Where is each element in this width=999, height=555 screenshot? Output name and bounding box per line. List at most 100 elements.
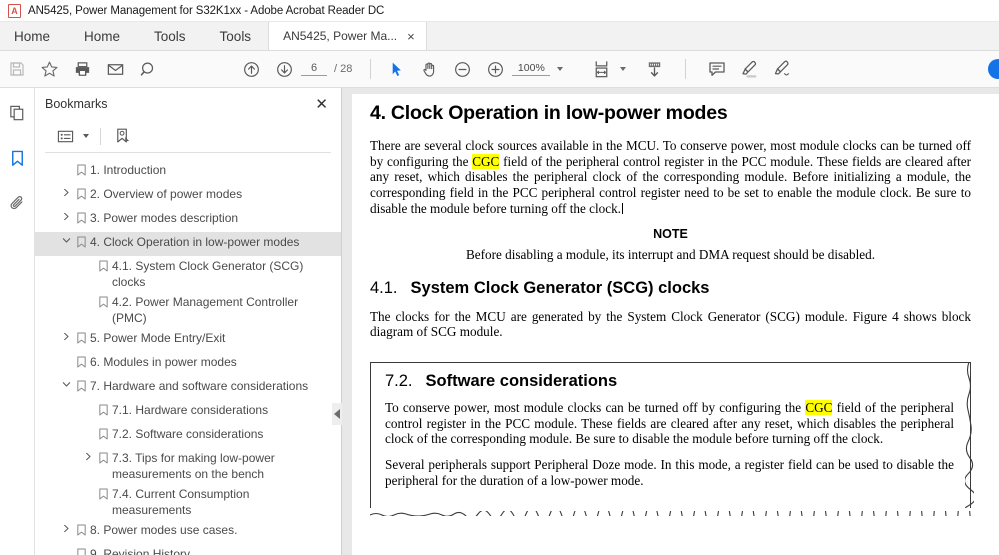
bookmark-item[interactable]: 2. Overview of power modes bbox=[35, 184, 341, 208]
pdf-page: 4. Clock Operation in low-power modes The… bbox=[352, 94, 999, 555]
section-7-2-title: Software considerations bbox=[425, 371, 618, 390]
highlight-icon[interactable] bbox=[733, 54, 766, 84]
chevron-right-icon[interactable] bbox=[59, 210, 73, 221]
bookmark-item[interactable]: 7.3. Tips for making low-power measureme… bbox=[35, 448, 341, 484]
section-4-1-number: 4.1. bbox=[370, 278, 398, 297]
fit-page-icon[interactable] bbox=[585, 54, 618, 84]
bookmark-item[interactable]: 3. Power modes description bbox=[35, 208, 341, 232]
close-icon[interactable]: × bbox=[407, 30, 415, 43]
bookmarks-list[interactable]: 1. Introduction 2. Overview of power mode… bbox=[35, 153, 341, 555]
bookmark-item[interactable]: 7.2. Software considerations bbox=[35, 424, 341, 448]
account-avatar[interactable] bbox=[988, 59, 999, 79]
search-icon[interactable] bbox=[132, 54, 165, 84]
page-title: 4. Clock Operation in low-power modes bbox=[370, 102, 971, 125]
torn-edge-bottom-svg bbox=[370, 507, 971, 517]
next-page-icon[interactable] bbox=[268, 54, 301, 84]
toolbar-divider-1 bbox=[370, 59, 372, 79]
attachments-icon[interactable] bbox=[3, 190, 31, 216]
bookmark-item[interactable]: 9. Revision History bbox=[35, 544, 341, 555]
bookmark-item-label: 4.1. System Clock Generator (SCG) clocks bbox=[112, 259, 304, 289]
torn-edge-bottom bbox=[370, 507, 971, 517]
options-chevron-down-icon[interactable] bbox=[83, 134, 89, 138]
bookmarks-toolbar-divider bbox=[100, 127, 101, 145]
tab-home-2[interactable]: Home bbox=[67, 22, 138, 50]
bookmark-item[interactable]: 7. Hardware and software considerations bbox=[35, 376, 341, 400]
bookmarks-icon[interactable] bbox=[3, 145, 31, 171]
bookmarks-panel: Bookmarks ✕ 1. Introduction 2. Overview o… bbox=[35, 88, 342, 555]
section-7-2-heading: 7.2. Software considerations bbox=[385, 372, 954, 391]
bookmark-item-label: 1. Introduction bbox=[90, 163, 167, 177]
chevron-right-icon[interactable] bbox=[81, 450, 95, 461]
bookmark-icon bbox=[95, 402, 112, 416]
tab-tools-2[interactable]: Tools bbox=[202, 22, 269, 50]
bookmarks-panel-toolbar bbox=[45, 120, 331, 153]
bookmark-item-label: 7.2. Software considerations bbox=[112, 427, 264, 441]
bookmarks-panel-header: Bookmarks ✕ bbox=[35, 88, 341, 120]
bookmark-item-label: 7.4. Current Consumption measurements bbox=[112, 487, 250, 517]
navigation-rail bbox=[0, 88, 35, 555]
section-7-2-paragraph-2: Several peripherals support Peripheral D… bbox=[385, 457, 954, 488]
bookmark-item[interactable]: 7.4. Current Consumption measurements bbox=[35, 484, 341, 520]
email-icon[interactable] bbox=[99, 54, 132, 84]
hand-tool-icon[interactable] bbox=[413, 54, 446, 84]
bookmark-item[interactable]: 8. Power modes use cases. bbox=[35, 520, 341, 544]
main-area: Bookmarks ✕ 1. Introduction 2. Overview o… bbox=[0, 88, 999, 555]
page-number-input[interactable] bbox=[301, 62, 327, 76]
bookmark-item-label: 5. Power Mode Entry/Exit bbox=[90, 331, 226, 345]
scroll-mode-icon[interactable] bbox=[638, 54, 671, 84]
toolbar-file-group bbox=[0, 54, 165, 84]
bookmark-item[interactable]: 6. Modules in power modes bbox=[35, 352, 341, 376]
options-list-icon[interactable] bbox=[55, 124, 76, 148]
bookmark-item-label: 3. Power modes description bbox=[90, 211, 239, 225]
torn-edge-right bbox=[965, 361, 974, 509]
note-body: Before disabling a module, its interrupt… bbox=[465, 246, 876, 262]
intro-paragraph: There are several clock sources availabl… bbox=[370, 138, 971, 217]
chevron-down-icon[interactable] bbox=[59, 378, 73, 389]
tab-home-1[interactable]: Home bbox=[0, 22, 68, 50]
torn-edge-right-svg bbox=[965, 361, 974, 509]
comment-icon[interactable] bbox=[700, 54, 733, 84]
select-tool-icon[interactable] bbox=[380, 54, 413, 84]
sign-icon[interactable] bbox=[766, 54, 799, 84]
bookmark-item[interactable]: 5. Power Mode Entry/Exit bbox=[35, 328, 341, 352]
section-7-2-paragraph-1: To conserve power, most module clocks ca… bbox=[385, 399, 954, 447]
bookmark-icon bbox=[73, 522, 90, 536]
tab-document-an5425[interactable]: AN5425, Power Ma... × bbox=[268, 22, 427, 50]
document-viewer[interactable]: 4. Clock Operation in low-power modes The… bbox=[342, 88, 999, 555]
boxed-section-7-2: 7.2. Software considerations To conserve … bbox=[370, 361, 974, 517]
bookmark-item[interactable]: 7.1. Hardware considerations bbox=[35, 400, 341, 424]
page-thumbnails-icon[interactable] bbox=[3, 100, 31, 126]
collapse-sidebar-handle[interactable] bbox=[332, 403, 342, 425]
chevron-right-icon[interactable] bbox=[59, 522, 73, 533]
tab-bar-filler bbox=[426, 22, 999, 50]
note-label: NOTE bbox=[653, 226, 688, 241]
bookmark-icon bbox=[95, 258, 112, 272]
chevron-down-icon[interactable] bbox=[59, 234, 73, 245]
print-icon[interactable] bbox=[66, 54, 99, 84]
previous-page-icon[interactable] bbox=[235, 54, 268, 84]
bookmark-item-label: 7. Hardware and software considerations bbox=[90, 379, 309, 393]
zoom-in-icon[interactable] bbox=[479, 54, 512, 84]
chevron-right-icon[interactable] bbox=[59, 186, 73, 197]
section-4-1-title: System Clock Generator (SCG) clocks bbox=[410, 278, 710, 297]
chevron-left-icon bbox=[334, 409, 340, 419]
section-4-1-paragraph: The clocks for the MCU are generated by … bbox=[370, 308, 971, 340]
bookmark-icon bbox=[73, 234, 90, 248]
save-icon[interactable] bbox=[0, 54, 33, 84]
star-icon[interactable] bbox=[33, 54, 66, 84]
chevron-right-icon[interactable] bbox=[59, 330, 73, 341]
chevron-down-icon[interactable] bbox=[557, 67, 564, 71]
bookmark-item[interactable]: 4.2. Power Management Controller (PMC) bbox=[35, 292, 341, 328]
zoom-out-icon[interactable] bbox=[446, 54, 479, 84]
section-4-1-heading: 4.1. System Clock Generator (SCG) clocks bbox=[370, 279, 971, 298]
zoom-level-input[interactable] bbox=[512, 62, 551, 76]
bookmark-item[interactable]: 1. Introduction bbox=[35, 160, 341, 184]
new-bookmark-icon[interactable] bbox=[112, 124, 134, 148]
close-icon[interactable]: ✕ bbox=[315, 97, 328, 112]
text-cursor bbox=[621, 202, 623, 214]
tab-tools-1[interactable]: Tools bbox=[137, 22, 203, 50]
fit-page-chevron-down-icon[interactable] bbox=[620, 67, 627, 71]
bookmark-icon bbox=[73, 330, 90, 344]
bookmark-item[interactable]: 4.1. System Clock Generator (SCG) clocks bbox=[35, 256, 341, 292]
bookmark-item[interactable]: 4. Clock Operation in low-power modes bbox=[35, 232, 341, 256]
